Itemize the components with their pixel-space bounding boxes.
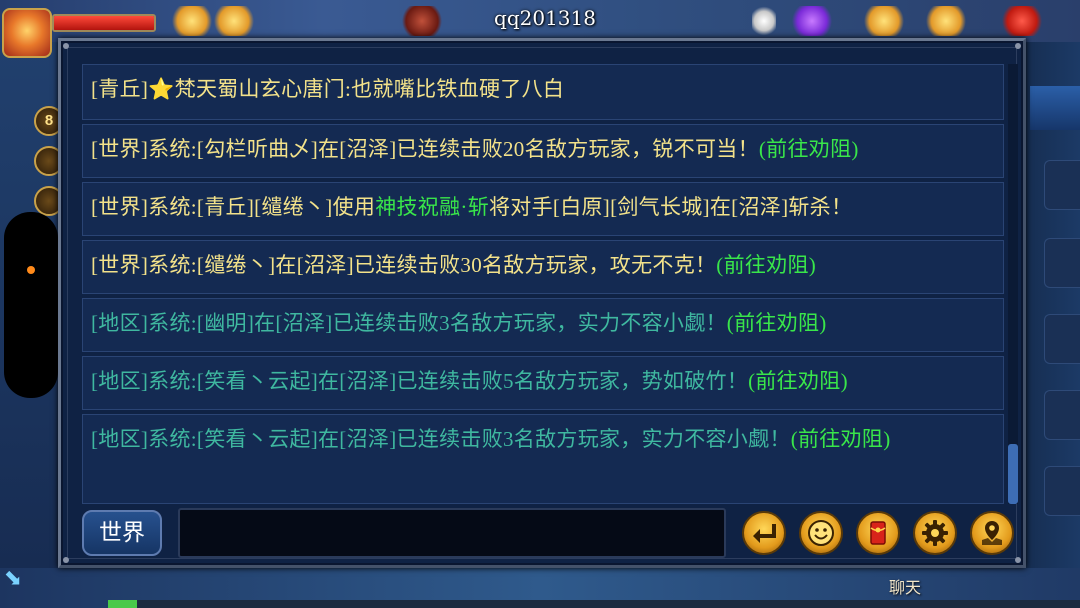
chat-message: [地区]系统:[笑看丶云起]在[沼泽]已连续击败5名敌方玩家，势如破竹！(前往劝… bbox=[82, 356, 1004, 410]
chat-scrollbar[interactable] bbox=[1008, 64, 1018, 504]
star-icon: ⭐ bbox=[148, 77, 175, 101]
window-bolt bbox=[1015, 557, 1021, 563]
dissuade-link[interactable]: (前往劝阻) bbox=[759, 137, 859, 161]
chat-message: [地区]系统:[笑看丶云起]在[沼泽]已连续击败3名敌方玩家，实力不容小觑！(前… bbox=[82, 414, 1004, 504]
player-avatar[interactable] bbox=[2, 8, 52, 58]
emoji-button[interactable] bbox=[799, 511, 843, 555]
message-part: [地区]系统:[笑看丶云起]在[沼泽]已连续击败3名敌方玩家，实力不容小觑！ bbox=[91, 427, 791, 451]
right-panel-slot[interactable] bbox=[1044, 314, 1080, 364]
dissuade-link[interactable]: (前往劝阻) bbox=[727, 311, 827, 335]
camera-cutout bbox=[4, 212, 58, 398]
expand-arrow-icon[interactable]: ⬊ bbox=[0, 566, 26, 592]
lucky-bag-icon[interactable] bbox=[862, 6, 906, 36]
right-panel-slot[interactable] bbox=[1044, 390, 1080, 440]
red-envelope-icon bbox=[870, 521, 886, 545]
scroll-thumb[interactable] bbox=[1008, 444, 1018, 504]
chat-message: [世界]系统:[勾栏听曲乄]在[沼泽]已连续击败20名敌方玩家，锐不可当！(前往… bbox=[82, 124, 1004, 178]
right-panel-slot[interactable] bbox=[1044, 466, 1080, 516]
settings-button[interactable] bbox=[913, 511, 957, 555]
enter-arrow-icon bbox=[753, 524, 776, 543]
sword-icon[interactable] bbox=[752, 6, 776, 36]
message-part: [世界]系统:[缱绻丶]在[沼泽]已连续击败30名敌方玩家，攻无不克！ bbox=[91, 253, 717, 277]
send-button[interactable] bbox=[742, 511, 786, 555]
message-part: 将对手[白原][剑气长城]在[沼泽]斩杀！ bbox=[489, 195, 853, 219]
xp-bar bbox=[108, 600, 1080, 608]
gift-icon[interactable] bbox=[212, 6, 256, 36]
message-part: 梵天蜀山玄心唐门:也就嘴比铁血硬了八白 bbox=[174, 77, 565, 101]
window-bolt bbox=[1015, 43, 1021, 49]
player-name: qq201318 bbox=[494, 6, 596, 30]
chat-message: [青丘]⭐梵天蜀山玄心唐门:也就嘴比铁血硬了八白 bbox=[82, 64, 1004, 120]
right-panel-slot[interactable] bbox=[1044, 160, 1080, 210]
message-part: [地区]系统:[幽明]在[沼泽]已连续击败3名敌方玩家，实力不容小觑！ bbox=[91, 311, 727, 335]
right-panel-slot[interactable] bbox=[1044, 238, 1080, 288]
treasure-chest-icon[interactable] bbox=[924, 6, 968, 36]
gem-icon[interactable] bbox=[790, 6, 834, 36]
skill-link[interactable]: 神技祝融·斩 bbox=[375, 195, 489, 219]
xp-bar-fill bbox=[108, 600, 138, 608]
treasure-icon[interactable] bbox=[170, 6, 214, 36]
chat-message: [世界]系统:[青丘][缱绻丶]使用神技祝融·斩将对手[白原][剑气长城]在[沼… bbox=[82, 182, 1004, 236]
chat-message-list[interactable]: [青丘]⭐梵天蜀山玄心唐门:也就嘴比铁血硬了八白 [世界]系统:[勾栏听曲乄]在… bbox=[82, 64, 1006, 504]
location-button[interactable] bbox=[970, 511, 1014, 555]
gear-icon bbox=[922, 520, 948, 546]
message-part: [世界]系统:[青丘][缱绻丶]使用 bbox=[91, 195, 376, 219]
window-bolt bbox=[63, 43, 69, 49]
chat-message: [世界]系统:[缱绻丶]在[沼泽]已连续击败30名敌方玩家，攻无不克！(前往劝阻… bbox=[82, 240, 1004, 294]
red-gift-icon[interactable] bbox=[1000, 6, 1044, 36]
right-panel-tab[interactable] bbox=[1030, 86, 1080, 130]
channel-select-button[interactable]: 世界 bbox=[82, 510, 162, 556]
message-part: [青丘] bbox=[91, 77, 149, 101]
chat-message: [地区]系统:[幽明]在[沼泽]已连续击败3名敌方玩家，实力不容小觑！(前往劝阻… bbox=[82, 298, 1004, 352]
red-packet-button[interactable] bbox=[856, 511, 900, 555]
dissuade-link[interactable]: (前往劝阻) bbox=[791, 427, 891, 451]
smiley-icon bbox=[808, 520, 834, 546]
map-pin-icon bbox=[982, 521, 1002, 545]
camera-indicator bbox=[27, 266, 35, 274]
message-part: [世界]系统:[勾栏听曲乄]在[沼泽]已连续击败20名敌方玩家，锐不可当！ bbox=[91, 137, 759, 161]
hp-bar bbox=[52, 14, 156, 32]
dissuade-link[interactable]: (前往劝阻) bbox=[748, 369, 848, 393]
chat-input[interactable] bbox=[178, 508, 726, 558]
message-part: [地区]系统:[笑看丶云起]在[沼泽]已连续击败5名敌方玩家，势如破竹！ bbox=[91, 369, 749, 393]
monster-icon[interactable] bbox=[400, 6, 444, 36]
hp-bar-fill bbox=[54, 16, 154, 30]
dissuade-link[interactable]: (前往劝阻) bbox=[716, 253, 816, 277]
window-bolt bbox=[63, 557, 69, 563]
chat-tab-label[interactable]: 聊天 bbox=[880, 574, 930, 598]
